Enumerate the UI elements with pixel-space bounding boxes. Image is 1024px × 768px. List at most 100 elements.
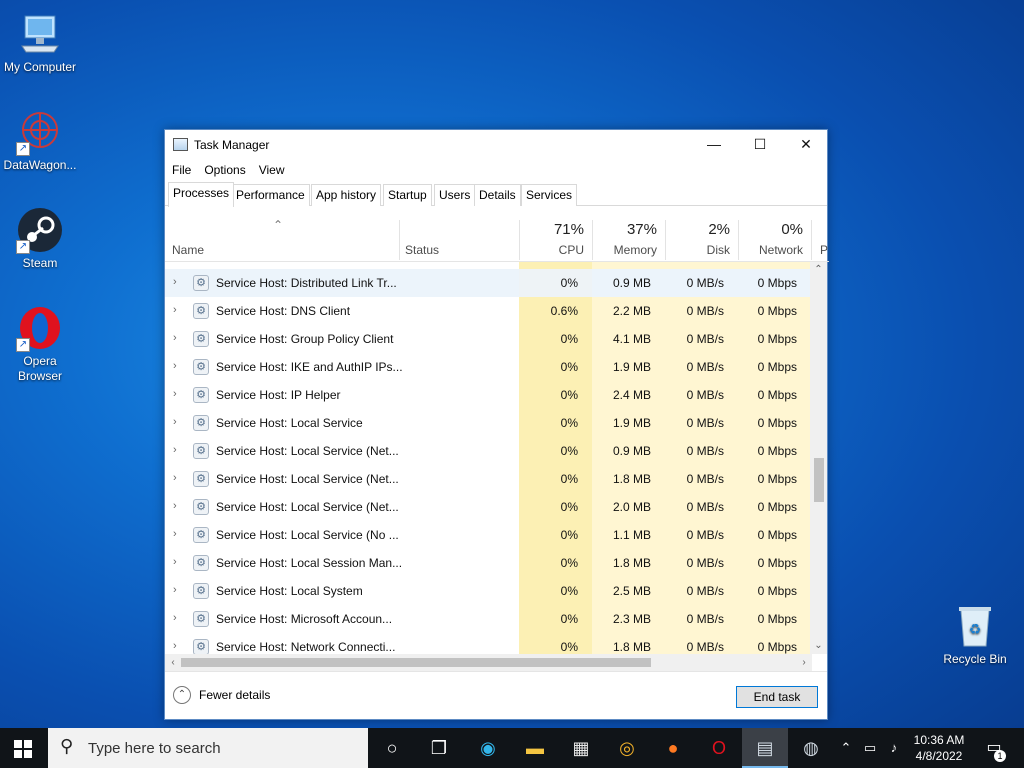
menu-file[interactable]: File [172,163,191,177]
expand-chevron-icon[interactable]: › [173,304,177,316]
process-network: 0 Mbps [738,493,811,521]
column-status[interactable]: Status [399,218,519,261]
tab-app-history[interactable]: App history [311,184,382,206]
expand-chevron-icon[interactable]: › [173,276,177,288]
footer: ⌃ Fewer details End task [165,671,827,719]
process-row[interactable]: › ⚙ Service Host: Local System 0% 2.5 MB 0 MB… [165,577,812,605]
expand-chevron-icon[interactable]: › [173,528,177,540]
column-memory-label: Memory [613,243,657,257]
process-row[interactable]: › ⚙ Service Host: Distributed Link Tr... 0%… [165,269,812,297]
process-cpu: 0% [519,633,592,654]
tab-processes[interactable]: Processes [168,182,235,207]
expand-chevron-icon[interactable]: › [173,360,177,372]
cortana-icon[interactable]: ○ [369,728,415,768]
title-bar[interactable]: Task Manager — ☐ ✕ [165,130,827,159]
scroll-up-icon[interactable]: ⌃ [810,262,827,278]
firefox-icon[interactable]: ● [650,728,696,768]
process-row[interactable]: › ⚙ Service Host: Microsoft Accoun... 0% 2.3… [165,605,812,633]
expand-chevron-icon[interactable]: › [173,640,177,652]
process-cpu: 0% [519,409,592,437]
desktop-icon-steam[interactable]: ↗ Steam [0,206,80,271]
shortcut-arrow-icon: ↗ [16,338,30,352]
steam-taskbar-icon[interactable]: ◍ [788,728,834,768]
show-hidden-icons-icon[interactable]: ⌃ [838,728,854,768]
tab-performance[interactable]: Performance [231,184,310,206]
column-cpu[interactable]: 71% CPU [519,218,592,261]
process-row[interactable]: › ⚙ Service Host: Local Service (Net... 0% 1… [165,465,812,493]
desktop-icon-opera[interactable]: ↗ Opera Browser [0,304,80,384]
process-row[interactable]: › ⚙ Service Host: Local Service 0% 1.9 MB 0 M… [165,409,812,437]
scroll-down-icon[interactable]: ⌄ [810,638,827,654]
desktop-icon-label: Opera Browser [17,354,62,383]
process-row[interactable]: › ⚙ Service Host: Local Session Man... 0% 1.… [165,549,812,577]
start-button[interactable] [0,728,46,768]
process-row[interactable]: › ⚙ Service Host: Local Service (Net... 0% 0… [165,437,812,465]
expand-chevron-icon[interactable]: › [173,556,177,568]
expand-chevron-icon[interactable]: › [173,584,177,596]
end-task-button[interactable]: End task [736,686,818,708]
process-row[interactable]: › ⚙ Service Host: Local Service (Net... 0% 2… [165,493,812,521]
horizontal-scrollbar[interactable]: ‹ › [165,654,812,671]
tab-startup[interactable]: Startup [383,184,432,206]
process-memory: 2.2 MB [592,297,665,325]
desktop-icon-my-computer[interactable]: My Computer [0,10,80,75]
system-clock[interactable]: 10:36 AM 4/8/2022 [906,732,972,764]
task-view-icon[interactable]: ❐ [416,728,462,768]
column-name[interactable]: Name [165,218,399,261]
notification-icon[interactable]: ▭ [980,728,1008,768]
process-network: 0 Mbps [738,353,811,381]
process-row[interactable]: › ⚙ Service Host: Group Policy Client 0% 4.1… [165,325,812,353]
expand-chevron-icon[interactable]: › [173,472,177,484]
desktop-icon-datawagon[interactable]: ↗ DataWagon... [0,108,80,173]
column-separator[interactable] [811,220,812,260]
column-cpu-label: CPU [558,243,584,257]
expand-chevron-icon[interactable]: › [173,612,177,624]
process-network: 0 Mbps [738,577,811,605]
process-network: 0 Mbps [738,437,811,465]
expand-chevron-icon[interactable]: › [173,332,177,344]
process-disk: 0 MB/s [665,493,738,521]
maximize-button[interactable]: ☐ [737,130,783,159]
expand-chevron-icon[interactable]: › [173,444,177,456]
taskbar-search-box[interactable]: ⚲ Type here to search [48,728,368,768]
close-button[interactable]: ✕ [783,130,829,159]
expand-chevron-icon[interactable]: › [173,500,177,512]
menu-view[interactable]: View [259,163,285,177]
process-row[interactable]: › ⚙ Service Host: IP Helper 0% 2.4 MB 0 MB/s 0… [165,381,812,409]
process-row[interactable]: › ⚙ Service Host: Local Service (No ... 0% 1… [165,521,812,549]
process-row[interactable]: › ⚙ Service Host: DNS Client 0.6% 2.2 MB 0 MB… [165,297,812,325]
tab-services[interactable]: Services [521,184,578,206]
minimize-button[interactable]: — [691,130,737,159]
scroll-thumb[interactable] [814,458,824,502]
process-row[interactable]: › ⚙ Service Host: IKE and AuthIP IPs... 0% 1… [165,353,812,381]
column-memory[interactable]: 37% Memory [592,218,665,261]
column-disk[interactable]: 2% Disk [665,218,738,261]
menu-options[interactable]: Options [204,163,245,177]
vertical-scrollbar[interactable]: ⌃ ⌄ [810,262,827,654]
expand-chevron-icon[interactable]: › [173,388,177,400]
tab-users[interactable]: Users [434,184,476,206]
chevron-up-icon[interactable]: ⌃ [173,686,191,704]
scroll-left-icon[interactable]: ‹ [165,654,181,671]
desktop-icon-recycle-bin[interactable]: ♻ Recycle Bin [935,602,1015,667]
network-icon[interactable]: ▭ [860,728,880,768]
column-power[interactable]: P [819,218,829,261]
scroll-thumb-horizontal[interactable] [181,658,651,667]
column-network[interactable]: 0% Network [738,218,811,261]
expand-chevron-icon[interactable]: › [173,416,177,428]
chrome-icon[interactable]: ◎ [604,728,650,768]
edge-icon[interactable]: ◉ [465,728,511,768]
task-manager-window[interactable]: Task Manager — ☐ ✕ File Options View Pro… [164,129,829,720]
task-manager-taskbar-icon[interactable]: ▤ [742,728,788,768]
shortcut-arrow-icon: ↗ [16,240,30,254]
fewer-details-link[interactable]: Fewer details [199,688,270,702]
process-row[interactable]: › ⚙ Service Host: Network Connecti... 0% 1.8… [165,633,812,654]
store-icon[interactable]: ▦ [558,728,604,768]
process-name: Service Host: Local System [216,584,363,598]
volume-icon[interactable]: ♪ [884,728,904,768]
file-explorer-icon[interactable]: ▬ [512,728,558,768]
scroll-right-icon[interactable]: › [796,654,812,671]
tab-details[interactable]: Details [474,184,521,206]
process-memory: 1.1 MB [592,521,665,549]
opera-taskbar-icon[interactable]: O [696,728,742,768]
